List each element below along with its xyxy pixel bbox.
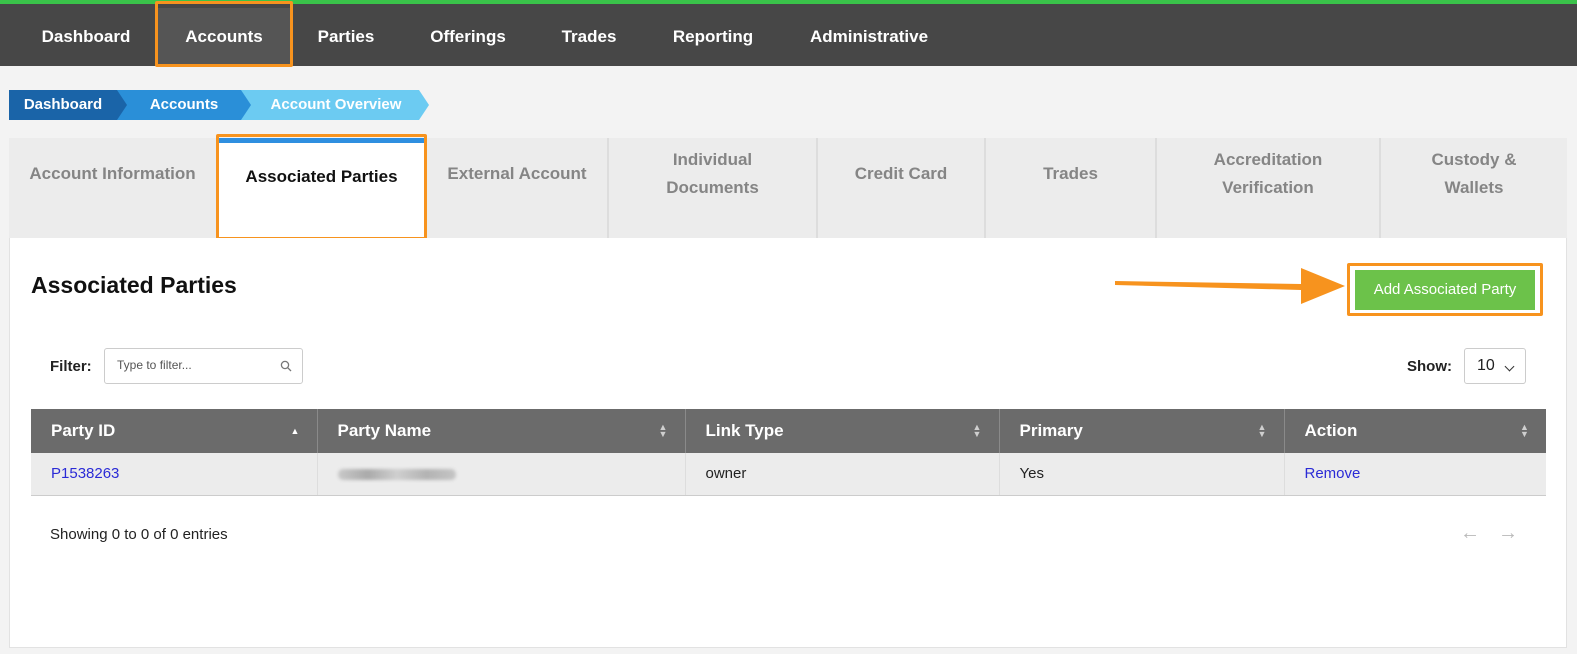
breadcrumb-dashboard-label: Dashboard [23, 96, 103, 113]
tab-label: Trades [1043, 164, 1098, 183]
tab-label: Accreditation [1213, 150, 1323, 169]
account-tabs: Account Information Associated Parties E… [9, 138, 1567, 238]
top-nav-bar: Dashboard Accounts Parties Offerings Tra… [0, 0, 1577, 66]
section-title: Associated Parties [31, 272, 237, 298]
tab-external-account[interactable]: External Account [427, 138, 609, 238]
filter-label: Filter: [50, 358, 92, 375]
tab-credit-card[interactable]: Credit Card [818, 138, 986, 238]
associated-parties-table: Party ID ▲ Party Name ▲ ▼ Link Type ▲ ▼ Pr… [31, 409, 1546, 496]
tab-label: External Account [447, 164, 587, 183]
tab-account-information[interactable]: Account Information [9, 138, 218, 238]
tab-associated-parties[interactable]: Associated Parties [218, 138, 427, 238]
tab-custody-wallets[interactable]: Custody & Wallets [1381, 138, 1567, 238]
table-header-row: Party ID ▲ Party Name ▲ ▼ Link Type ▲ ▼ Pr… [31, 409, 1546, 453]
nav-item-reporting[interactable]: Reporting [654, 8, 772, 66]
breadcrumb-dashboard[interactable]: Dashboard [9, 90, 127, 120]
tab-accreditation-verification[interactable]: Accreditation Verification [1157, 138, 1381, 238]
column-header-label: Action [1304, 421, 1358, 440]
tab-trades[interactable]: Trades [986, 138, 1157, 238]
party-id-link[interactable]: P1538263 [51, 465, 119, 482]
tab-label: Wallets [1444, 178, 1504, 197]
cell-party-name [317, 453, 686, 496]
breadcrumb-accounts[interactable]: Accounts [117, 90, 251, 120]
filter-input[interactable] [117, 349, 277, 381]
breadcrumb-account-overview[interactable]: Account Overview [241, 90, 429, 120]
sort-icon: ▲ ▼ [658, 422, 668, 439]
previous-page-button[interactable]: ← [1460, 522, 1480, 545]
nav-item-dashboard[interactable]: Dashboard [22, 8, 150, 66]
tab-individual-documents[interactable]: Individual Documents [609, 138, 818, 238]
tab-label: Individual [672, 150, 753, 169]
tab-label: Credit Card [854, 164, 948, 183]
remove-link[interactable]: Remove [1305, 465, 1361, 482]
column-header-label: Link Type [705, 421, 784, 440]
tab-label: Custody & [1431, 150, 1517, 169]
cell-action: Remove [1284, 453, 1546, 496]
nav-item-administrative[interactable]: Administrative [792, 8, 946, 66]
sort-icon: ▲ ▼ [972, 422, 982, 439]
column-header-action[interactable]: Action ▲ ▼ [1284, 409, 1546, 453]
nav-item-offerings[interactable]: Offerings [406, 8, 530, 66]
tab-label: Account Information [29, 164, 196, 183]
show-label: Show: [1407, 358, 1452, 375]
column-header-party-id[interactable]: Party ID ▲ [31, 409, 318, 453]
sort-icon: ▲ ▼ [1520, 422, 1529, 439]
column-header-label: Primary [1019, 421, 1083, 440]
redacted-party-name [337, 468, 456, 480]
sort-icon: ▲ ▼ [1257, 422, 1267, 439]
breadcrumb-account-overview-label: Account Overview [270, 96, 402, 113]
nav-item-accounts[interactable]: Accounts [158, 8, 290, 66]
callout-arrow-icon [1115, 268, 1345, 304]
column-header-link-type[interactable]: Link Type ▲ ▼ [685, 409, 1000, 453]
cell-link-type: owner [685, 453, 1000, 496]
filter-field[interactable] [104, 348, 303, 384]
add-associated-party-button[interactable]: Add Associated Party [1355, 270, 1535, 310]
page-size-value: 10 [1477, 357, 1495, 374]
table-row: P1538263 owner Yes Remove [31, 453, 1546, 496]
column-header-party-name[interactable]: Party Name ▲ ▼ [317, 409, 686, 453]
nav-item-parties[interactable]: Parties [298, 8, 394, 66]
chevron-down-icon [1504, 361, 1515, 372]
column-header-label: Party Name [337, 421, 432, 440]
cell-primary: Yes [999, 453, 1285, 496]
cell-party-id: P1538263 [31, 453, 318, 496]
entries-summary: Showing 0 to 0 of 0 entries [50, 526, 228, 543]
column-header-label: Party ID [51, 421, 116, 440]
breadcrumb-accounts-label: Accounts [149, 96, 219, 113]
sort-ascending-icon: ▲ [290, 426, 300, 436]
tab-label: Documents [666, 178, 759, 197]
page-size-select[interactable]: 10 [1464, 348, 1526, 384]
search-icon [280, 360, 292, 372]
column-header-primary[interactable]: Primary ▲ ▼ [999, 409, 1285, 453]
tab-label: Associated Parties [245, 166, 398, 186]
next-page-button[interactable]: → [1498, 522, 1518, 545]
tab-label: Verification [1222, 178, 1314, 197]
nav-item-trades[interactable]: Trades [542, 8, 636, 66]
